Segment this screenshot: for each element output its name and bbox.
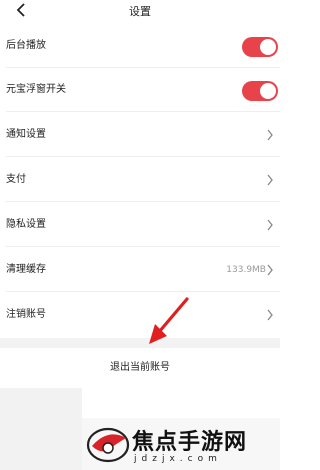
cache-size-value: 133.9MB xyxy=(226,265,266,275)
watermark-domain: jdzjx.com xyxy=(134,454,222,464)
settings-row-background-play[interactable]: 后台播放 xyxy=(0,24,280,68)
annotation-arrow-icon xyxy=(149,297,189,344)
section-gap xyxy=(0,338,280,348)
divider xyxy=(6,291,280,292)
brand-logo-icon xyxy=(86,427,130,463)
chevron-right-icon xyxy=(267,174,273,186)
row-label: 后台播放 xyxy=(6,40,46,51)
watermark-brand: 焦点手游网 xyxy=(132,430,248,455)
blank-area xyxy=(0,388,82,470)
settings-row-delete-account[interactable]: 注销账号 xyxy=(0,293,280,337)
row-label: 隐私设置 xyxy=(6,219,46,230)
toggle-knob xyxy=(260,83,276,99)
background-play-toggle[interactable] xyxy=(242,37,278,57)
divider xyxy=(6,156,280,157)
chevron-right-icon xyxy=(267,219,273,231)
row-label: 清理缓存 xyxy=(6,264,46,275)
settings-row-notifications[interactable]: 通知设置 xyxy=(0,113,280,157)
divider xyxy=(6,201,280,202)
row-label: 支付 xyxy=(6,174,26,185)
settings-row-floating-window[interactable]: 元宝浮窗开关 xyxy=(0,68,280,112)
watermark: 焦点手游网 jdzjx.com xyxy=(82,418,280,470)
row-label: 元宝浮窗开关 xyxy=(6,84,66,95)
header-bar: 设置 xyxy=(0,0,280,22)
chevron-right-icon xyxy=(267,309,273,321)
chevron-right-icon xyxy=(267,264,273,276)
chevron-right-icon xyxy=(267,129,273,141)
divider xyxy=(6,111,280,112)
divider xyxy=(6,246,280,247)
page-title: 设置 xyxy=(129,5,151,18)
toggle-knob xyxy=(260,39,276,55)
row-label: 通知设置 xyxy=(6,129,46,140)
row-label: 注销账号 xyxy=(6,309,46,320)
logout-button[interactable]: 退出当前账号 xyxy=(0,348,280,388)
settings-row-payment[interactable]: 支付 xyxy=(0,158,280,202)
settings-row-clear-cache[interactable]: 清理缓存 133.9MB xyxy=(0,248,280,292)
settings-row-privacy[interactable]: 隐私设置 xyxy=(0,203,280,247)
floating-window-toggle[interactable] xyxy=(242,81,278,101)
